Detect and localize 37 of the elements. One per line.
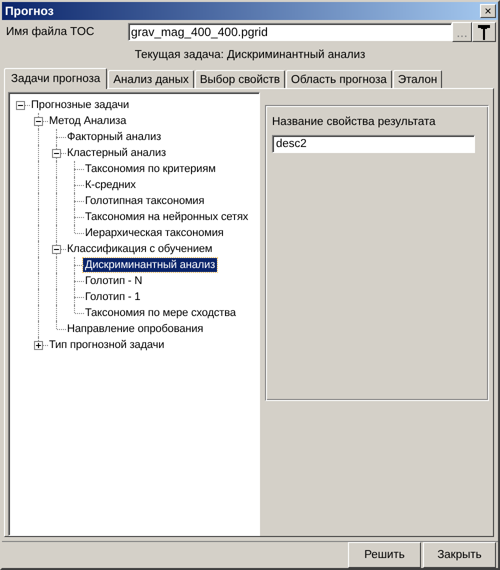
tree-item[interactable]: Тип прогнозной задачи: [47, 338, 166, 352]
window-title: Прогноз: [5, 4, 54, 18]
file-label: Имя файла TOC: [5, 26, 96, 38]
tree-item[interactable]: Кластерный анализ: [65, 146, 168, 160]
expand-icon[interactable]: [34, 341, 43, 350]
tree-item[interactable]: Таксономия по критериям: [83, 162, 218, 176]
close-button[interactable]: ×: [480, 4, 496, 18]
dialog-button[interactable]: Решить: [348, 542, 421, 568]
tab[interactable]: Эталон: [392, 70, 442, 88]
tree-item[interactable]: Таксономия на нейронных сетях: [83, 210, 250, 224]
tree-item[interactable]: Направление опробования: [65, 322, 206, 336]
current-task-label: Текущая задача: Дискриминантный анализ: [134, 49, 366, 63]
collapse-icon[interactable]: [52, 149, 61, 158]
tree-item[interactable]: Голотипная таксономия: [83, 194, 206, 208]
dialog-button[interactable]: Закрыть: [423, 542, 496, 568]
tab[interactable]: Задачи прогноза: [4, 68, 108, 89]
tree-item[interactable]: Прогнозные задачи: [29, 98, 132, 112]
tree-item[interactable]: Голотип - 1: [83, 290, 142, 304]
tree-item[interactable]: Голотип - N: [83, 274, 144, 288]
tree-item[interactable]: Таксономия по мере сходства: [83, 306, 238, 320]
result-name-label: Название свойства результата: [272, 115, 437, 130]
tab[interactable]: Область прогноза: [286, 70, 392, 88]
tree-item[interactable]: К-средних: [83, 178, 138, 192]
collapse-icon[interactable]: [34, 117, 43, 126]
tree-item[interactable]: Классификация с обучением: [65, 242, 214, 256]
tab[interactable]: Выбор свойств: [194, 70, 285, 88]
tree-item[interactable]: Иерархическая таксономия: [83, 226, 226, 240]
collapse-icon[interactable]: [16, 101, 25, 110]
tree-item[interactable]: Метод Анализа: [47, 114, 128, 128]
tree-item[interactable]: Дискриминантный анализ: [83, 258, 218, 272]
file-name-field[interactable]: grav_mag_400_400.pgrid: [128, 23, 452, 41]
result-name-field[interactable]: desc2: [272, 135, 475, 153]
tree-item[interactable]: Факторный анализ: [65, 130, 164, 144]
pin-button[interactable]: [472, 22, 496, 42]
tab[interactable]: Анализ даных: [108, 70, 194, 88]
collapse-icon[interactable]: [52, 245, 61, 254]
pin-icon: [477, 23, 491, 41]
